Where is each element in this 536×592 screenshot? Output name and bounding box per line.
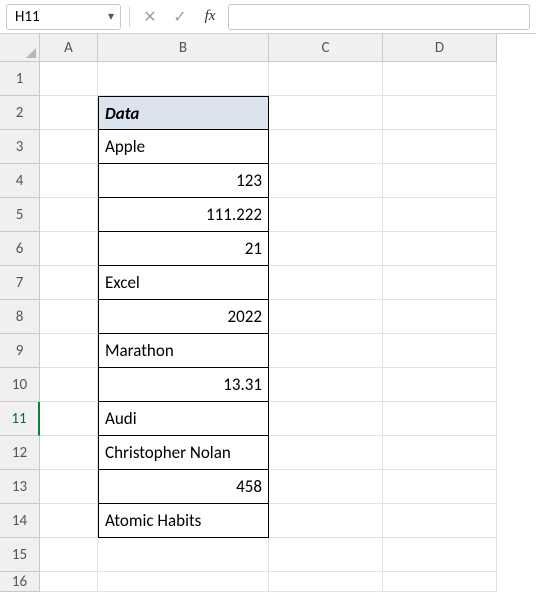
table-cell[interactable]: Marathon <box>98 334 269 368</box>
cell[interactable] <box>383 470 497 504</box>
table-cell[interactable]: 21 <box>98 232 269 266</box>
col-header-D[interactable]: D <box>383 34 497 62</box>
cell[interactable] <box>269 402 383 436</box>
row-header[interactable]: 8 <box>0 300 40 334</box>
table-cell[interactable]: 123 <box>98 164 269 198</box>
spreadsheet-grid: A B C D 1 2 3 4 5 6 7 8 9 10 11 12 13 14… <box>0 34 536 592</box>
cell[interactable] <box>40 538 98 572</box>
row-header[interactable]: 5 <box>0 198 40 232</box>
cell[interactable] <box>269 368 383 402</box>
row-header[interactable]: 16 <box>0 572 40 592</box>
cell[interactable] <box>98 538 269 572</box>
table-cell[interactable]: Christopher Nolan <box>98 436 269 470</box>
cell[interactable] <box>383 266 497 300</box>
formula-bar: H11 ▾ ✕ ✓ fx <box>0 0 536 34</box>
formula-input[interactable] <box>228 4 530 30</box>
cell[interactable] <box>40 402 98 436</box>
select-all-corner[interactable] <box>0 34 40 62</box>
cell[interactable] <box>40 368 98 402</box>
cell[interactable] <box>383 402 497 436</box>
cell[interactable] <box>40 62 98 96</box>
name-box-value: H11 <box>15 8 40 26</box>
col-header-B[interactable]: B <box>98 34 269 62</box>
name-box[interactable]: H11 ▾ <box>6 4 121 30</box>
row-header[interactable]: 6 <box>0 232 40 266</box>
row-header[interactable]: 1 <box>0 62 40 96</box>
cancel-icon[interactable]: ✕ <box>138 5 162 29</box>
table-cell[interactable]: 458 <box>98 470 269 504</box>
chevron-down-icon: ▾ <box>108 9 114 24</box>
cell[interactable] <box>40 572 98 592</box>
cell[interactable] <box>269 164 383 198</box>
cell[interactable] <box>40 470 98 504</box>
cell[interactable] <box>40 130 98 164</box>
cell[interactable] <box>98 572 269 592</box>
cell[interactable] <box>269 334 383 368</box>
row-header[interactable]: 12 <box>0 436 40 470</box>
cell[interactable] <box>269 572 383 592</box>
cell[interactable] <box>383 368 497 402</box>
table-cell[interactable]: 111.222 <box>98 198 269 232</box>
row-header[interactable]: 14 <box>0 504 40 538</box>
cell[interactable] <box>269 96 383 130</box>
table-header[interactable]: Data <box>98 96 269 130</box>
cell[interactable] <box>269 470 383 504</box>
cell[interactable] <box>269 538 383 572</box>
cell[interactable] <box>269 504 383 538</box>
cell[interactable] <box>40 436 98 470</box>
cell[interactable] <box>40 300 98 334</box>
cell[interactable] <box>269 266 383 300</box>
cell[interactable] <box>40 198 98 232</box>
table-cell[interactable]: Excel <box>98 266 269 300</box>
check-icon[interactable]: ✓ <box>168 5 192 29</box>
cell[interactable] <box>383 572 497 592</box>
row-header[interactable]: 13 <box>0 470 40 504</box>
row-header[interactable]: 2 <box>0 96 40 130</box>
cell[interactable] <box>383 96 497 130</box>
table-cell[interactable]: Atomic Habits <box>98 504 269 538</box>
row-header[interactable]: 9 <box>0 334 40 368</box>
cells-area: Data Apple 123 111.222 21 Excel 2022 Mar… <box>40 62 536 592</box>
row-header[interactable]: 3 <box>0 130 40 164</box>
col-header-A[interactable]: A <box>40 34 98 62</box>
cell[interactable] <box>40 232 98 266</box>
divider <box>129 7 130 27</box>
row-header[interactable]: 10 <box>0 368 40 402</box>
cell[interactable] <box>383 538 497 572</box>
row-header[interactable]: 11 <box>0 402 40 436</box>
cell[interactable] <box>40 334 98 368</box>
table-cell[interactable]: 2022 <box>98 300 269 334</box>
cell[interactable] <box>40 504 98 538</box>
cell[interactable] <box>383 334 497 368</box>
row-headers: 1 2 3 4 5 6 7 8 9 10 11 12 13 14 15 16 <box>0 62 40 592</box>
cell[interactable] <box>383 164 497 198</box>
cell[interactable] <box>269 198 383 232</box>
cell[interactable] <box>383 62 497 96</box>
row-header[interactable]: 7 <box>0 266 40 300</box>
cell[interactable] <box>383 504 497 538</box>
table-cell[interactable]: Apple <box>98 130 269 164</box>
cell[interactable] <box>383 130 497 164</box>
cell[interactable] <box>40 164 98 198</box>
row-header[interactable]: 4 <box>0 164 40 198</box>
cell[interactable] <box>269 62 383 96</box>
cell[interactable] <box>383 436 497 470</box>
table-cell[interactable]: Audi <box>98 402 269 436</box>
cell[interactable] <box>40 266 98 300</box>
cell[interactable] <box>269 232 383 266</box>
cell[interactable] <box>269 300 383 334</box>
cell[interactable] <box>383 198 497 232</box>
row-header[interactable]: 15 <box>0 538 40 572</box>
cell[interactable] <box>98 62 269 96</box>
cell[interactable] <box>383 300 497 334</box>
fx-icon[interactable]: fx <box>198 5 222 29</box>
column-headers: A B C D <box>40 34 536 62</box>
cell[interactable] <box>40 96 98 130</box>
table-cell[interactable]: 13.31 <box>98 368 269 402</box>
cell[interactable] <box>269 436 383 470</box>
cell[interactable] <box>383 232 497 266</box>
cell[interactable] <box>269 130 383 164</box>
col-header-C[interactable]: C <box>269 34 383 62</box>
